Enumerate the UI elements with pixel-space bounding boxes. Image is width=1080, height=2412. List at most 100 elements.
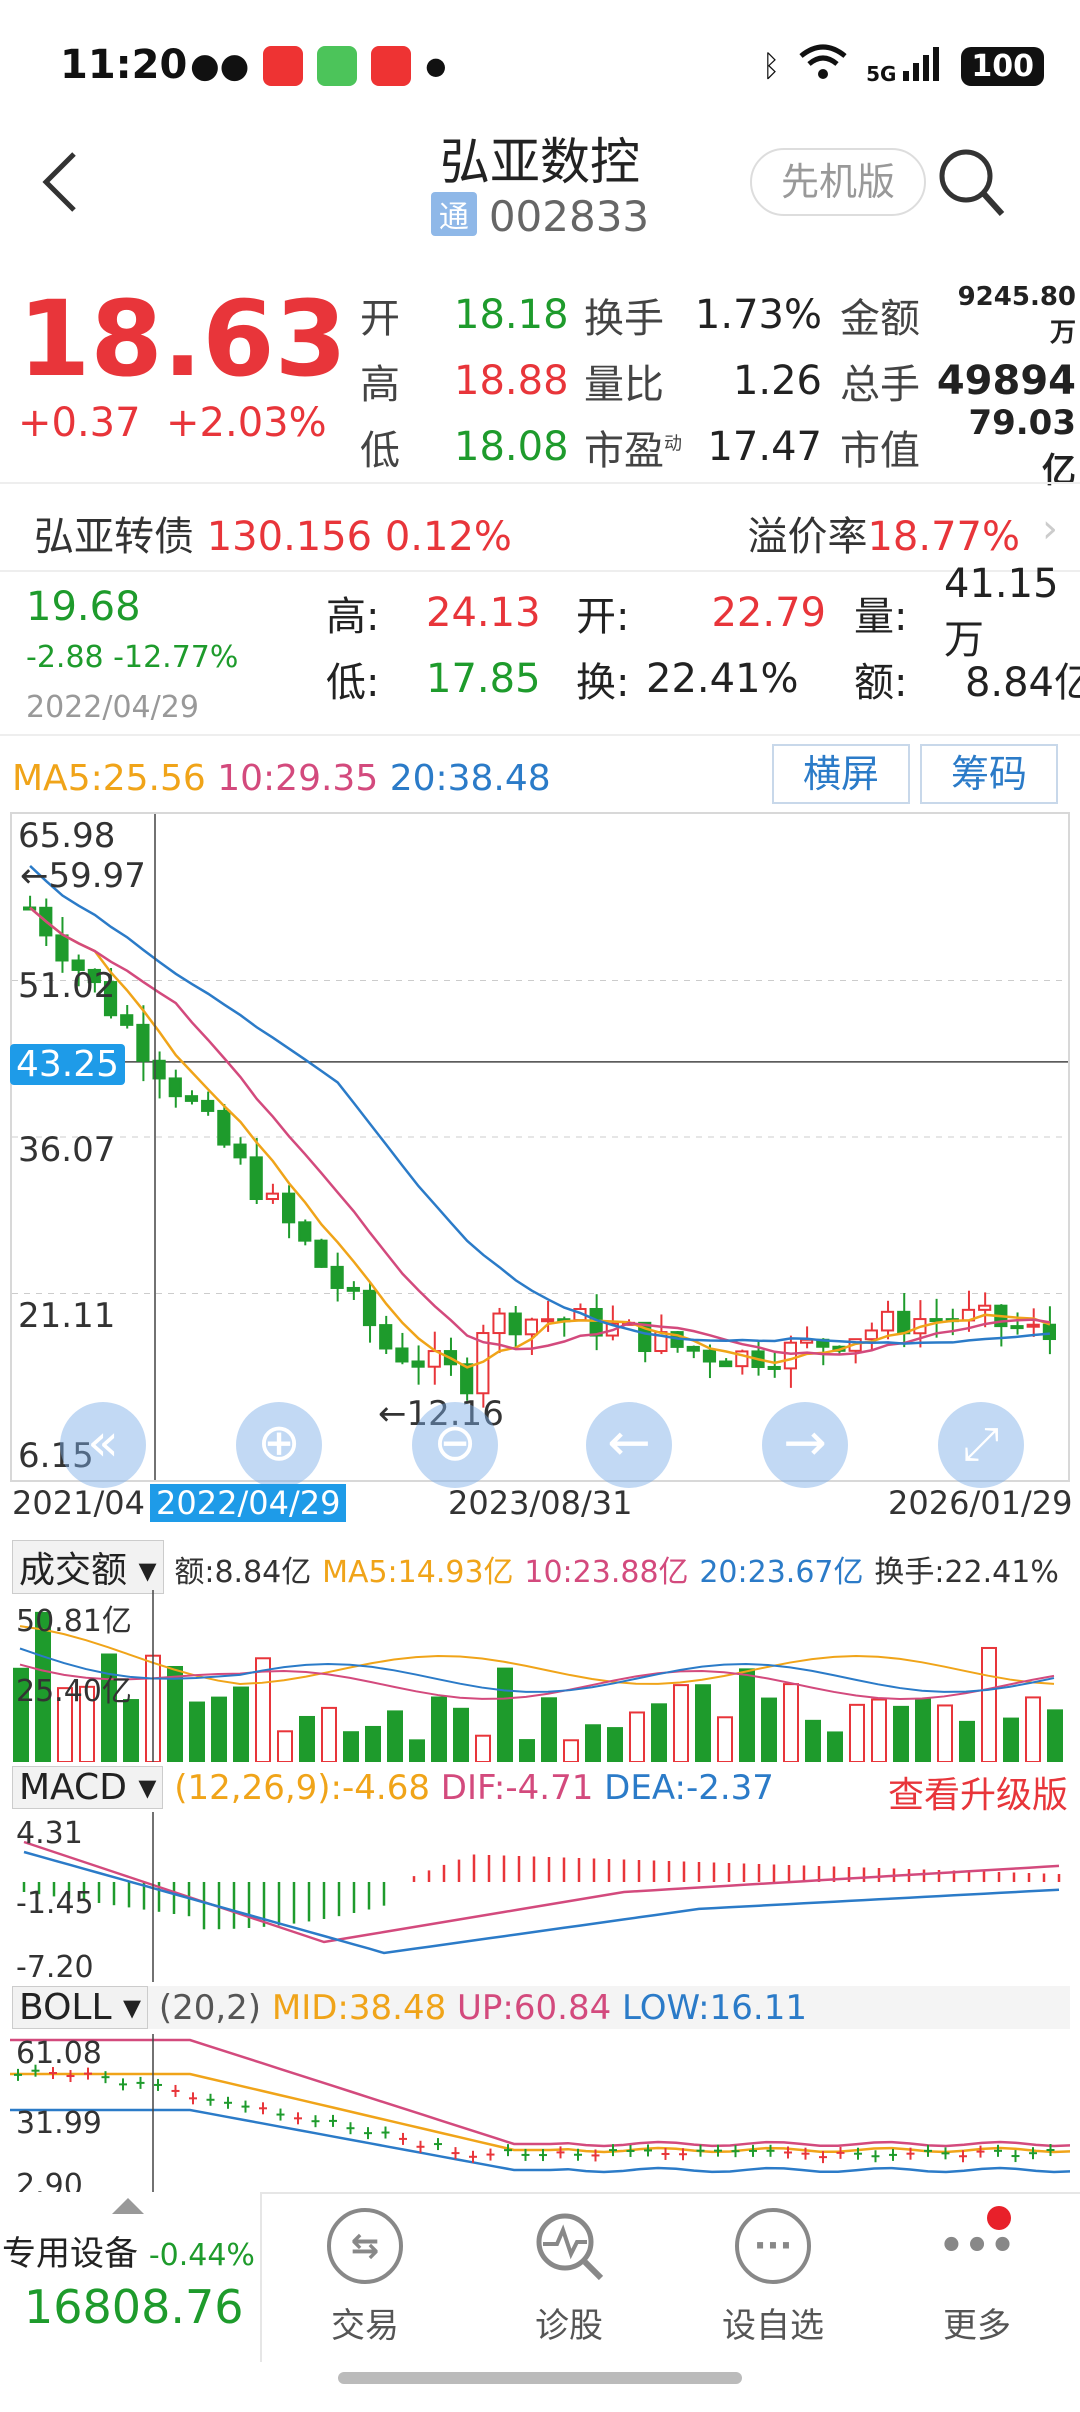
volume-bar — [607, 1727, 623, 1764]
kline-chart[interactable] — [10, 812, 1070, 1482]
volume-bar — [739, 1668, 755, 1763]
dot-icon: ● — [425, 52, 447, 80]
scroll-left-button[interactable]: ← — [586, 1402, 672, 1488]
ma20-line — [29, 865, 1051, 1345]
nav-trade-label: 交易 — [331, 2306, 399, 2346]
scroll-right-button[interactable]: → — [762, 1402, 848, 1488]
diagnose-icon — [531, 2208, 607, 2284]
total-hands-label: 总手 — [840, 362, 920, 408]
candle-body — [508, 1312, 522, 1336]
upgrade-link[interactable]: 查看升级版 — [888, 1766, 1068, 1818]
candle-body — [686, 1345, 700, 1352]
candle-body — [1010, 1325, 1024, 1330]
macd-svg — [22, 1812, 1061, 1982]
nav-trade[interactable]: ⇆ 交易 — [300, 2200, 430, 2347]
macd-chart[interactable] — [10, 1812, 1070, 1982]
search-button[interactable] — [936, 146, 1006, 220]
candle-body — [880, 1310, 895, 1332]
volume-bar — [255, 1657, 271, 1763]
bond-pct: 0.12% — [384, 514, 512, 560]
nav-diagnose[interactable]: 诊股 — [504, 2200, 634, 2347]
candle-body — [864, 1329, 878, 1341]
wechat-icon: ●● — [190, 46, 250, 86]
y-label-top: 65.98 — [18, 816, 116, 856]
wifi-icon — [798, 44, 848, 88]
volume-bar — [959, 1720, 975, 1763]
index-name-row: 专用设备 -0.44% — [2, 2226, 255, 2275]
volume-bar — [871, 1698, 887, 1763]
status-bar: 11:20 ●● ● ᛒ 5G 100 — [0, 0, 1080, 130]
index-pct: -0.44% — [148, 2238, 255, 2273]
xiaohongshu-icon — [263, 46, 304, 86]
boll-mid-line — [10, 2072, 1070, 2154]
volume-bar — [431, 1696, 447, 1763]
boll-svg — [10, 2034, 1070, 2192]
index-panel[interactable] — [0, 2192, 262, 2362]
volume-bar — [475, 1734, 491, 1764]
trade-icon: ⇆ — [327, 2208, 403, 2284]
cursor-low-label: 低: — [326, 660, 380, 706]
macd-selector-label: MACD — [19, 1767, 127, 1808]
volume-bar — [585, 1724, 601, 1763]
pe-value: 17.47 — [707, 424, 822, 470]
macd-selector[interactable]: MACD ▾ — [12, 1766, 164, 1809]
cursor-turn-label: 换: — [576, 660, 630, 706]
pe-label-text: 市盈 — [584, 428, 664, 474]
change-percent: +2.03% — [166, 400, 327, 446]
candle-body — [184, 1095, 199, 1102]
system-status: ᛒ 5G 100 — [762, 44, 1044, 88]
zoom-out-button[interactable]: ⊖ — [412, 1402, 498, 1488]
cursor-price-tag: 43.25 — [10, 1044, 126, 1085]
premium-rate[interactable]: 溢价率18.77% — [747, 504, 1020, 562]
x-label-mid: 2023/08/31 — [448, 1484, 633, 1522]
volume-selector[interactable]: 成交额 ▾ — [12, 1540, 164, 1594]
candle-body — [120, 1014, 134, 1026]
boll-mid: MID:38.48 — [271, 1988, 447, 2028]
fullscreen-icon: ⤢ — [962, 1416, 1000, 1470]
fullscreen-button[interactable]: ⤢ — [938, 1402, 1024, 1488]
volume-bar — [893, 1705, 909, 1764]
high-label: 高 — [360, 362, 400, 408]
candle-body — [978, 1304, 992, 1311]
volume-chart[interactable] — [10, 1590, 1070, 1764]
volume-bar — [717, 1716, 733, 1764]
boll-chart[interactable] — [10, 2034, 1070, 2192]
candle-body — [201, 1099, 215, 1112]
candle-body — [346, 1286, 360, 1292]
candle-body — [783, 1341, 797, 1370]
index-name: 专用设备 — [2, 2234, 138, 2274]
vol-y-mid: 25.40亿 — [16, 1674, 132, 1709]
nav-add-watchlist[interactable]: ··· 设自选 — [708, 2200, 838, 2347]
volume-bar — [497, 1667, 513, 1763]
message-icon — [317, 46, 358, 86]
volume-ma5: MA5:14.93亿 — [322, 1555, 514, 1590]
zoom-in-button[interactable]: ⊕ — [236, 1402, 322, 1488]
volume-bar — [1025, 1696, 1041, 1763]
y-label-2: 51.02 — [18, 966, 116, 1006]
cursor-vol-label: 量: — [854, 594, 908, 640]
arrow-right-icon: → — [783, 1413, 827, 1473]
boll-up-line — [10, 2038, 1070, 2148]
macd-header: MACD ▾ (12,26,9):-4.68 DIF:-4.71 DEA:-2.… — [12, 1766, 774, 1809]
cursor-change: -2.88 -12.77% — [26, 640, 238, 675]
nav-more[interactable]: ••• 更多 — [912, 2200, 1042, 2347]
open-value: 18.18 — [454, 292, 569, 338]
landscape-button[interactable]: 横屏 — [772, 744, 910, 804]
candle-body — [217, 1109, 231, 1146]
x-label-end: 2026/01/29 — [888, 1484, 1073, 1522]
volume-amount: 额:8.84亿 — [174, 1555, 312, 1590]
volume-ma20: 20:23.67亿 — [699, 1555, 864, 1590]
cursor-close: 19.68 — [26, 584, 141, 630]
candle-body — [411, 1360, 425, 1368]
boll-low-line — [10, 2108, 1070, 2174]
nav-add-watchlist-label: 设自选 — [722, 2306, 824, 2346]
market-cap-label: 市值 — [840, 428, 920, 474]
current-price: 18.63 — [18, 278, 347, 400]
volume-bar — [365, 1725, 381, 1763]
boll-selector[interactable]: BOLL ▾ — [12, 1986, 149, 2029]
quote-grid: 开 18.18 换手 1.73% 金额 9245.80万 高 18.88 量比 … — [360, 282, 1076, 491]
mode-toggle-button[interactable]: 先机版 — [750, 148, 926, 216]
chips-button[interactable]: 筹码 — [920, 744, 1058, 804]
scroll-start-button[interactable]: « — [60, 1402, 146, 1488]
convertible-bond-row[interactable]: 弘亚转债 130.156 0.12% — [34, 504, 512, 562]
